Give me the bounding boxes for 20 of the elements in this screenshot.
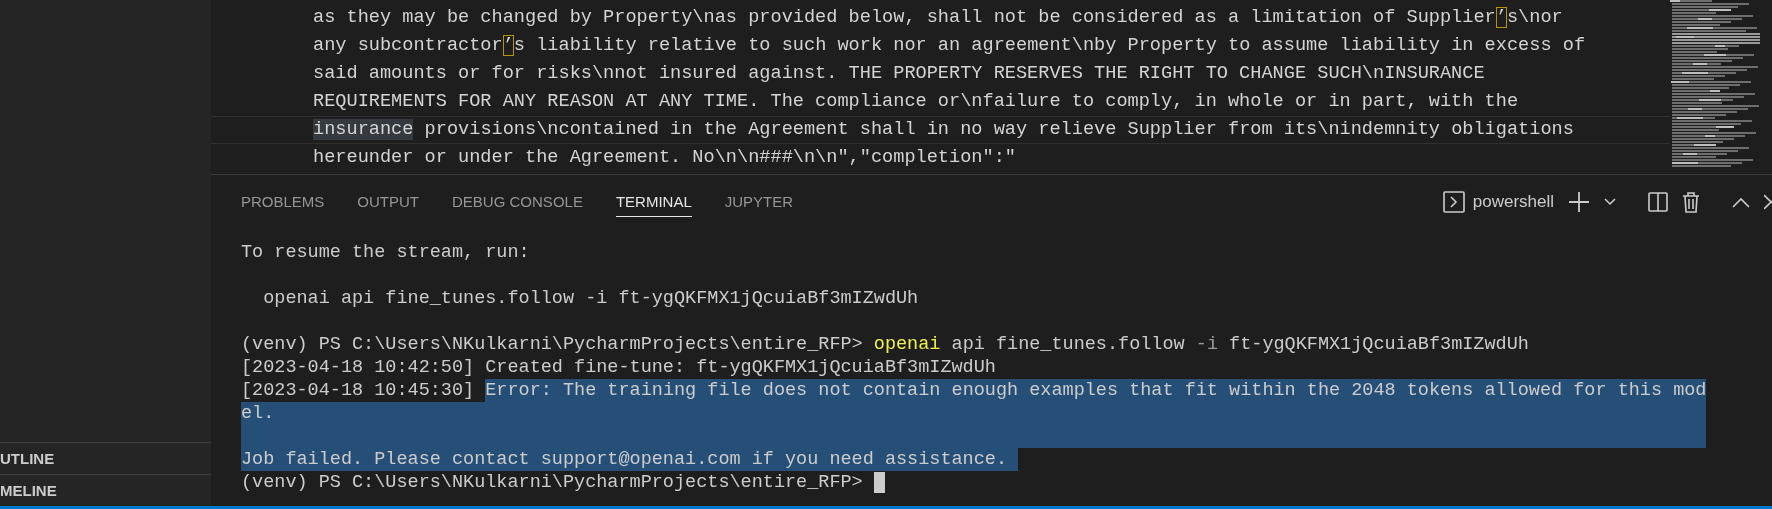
code-line: hereunder or under the Agreement. No\n\n###\n\n","completion":": [312, 146, 1017, 170]
panel-tab[interactable]: TERMINAL: [615, 187, 692, 217]
terminal-line: To resume the stream, run:: [241, 241, 531, 264]
section-header[interactable]: UTLINE: [0, 450, 55, 467]
code-line: as they may be changed by Property\nas provided below, shall not be considered as a limitation of Supplier’s\nor: [312, 6, 1564, 30]
panel-tab[interactable]: JUPYTER: [724, 187, 794, 217]
terminal-line: (venv) PS C:\Users\NKulkarni\PycharmProjects\entire_RFP> openai api fine_tunes.follow -i ft-ygQKFMX1jQcuiaBf3mIZwdUh: [241, 333, 1530, 356]
terminal-line: [2023-04-18 10:42:50] Created fine-tune: ft-ygQKFMX1jQcuiaBf3mIZwdUh: [241, 356, 997, 379]
terminal-selector[interactable]: powershell: [1442, 191, 1554, 213]
panel-tab[interactable]: OUTPUT: [357, 187, 420, 217]
terminal-line: [2023-04-18 10:45:30] Error: The training file does not contain enough examples that fit within the 2048 tokens allowed for this mod: [241, 379, 1707, 402]
code-line: any subcontractor’s liability relative to such work nor an agreement\nby Property to assume liability in excess of: [312, 34, 1587, 58]
code-line: REQUIREMENTS FOR ANY REASON AT ANY TIME. The compliance or\nfailure to comply, in whole or in part, with the: [312, 90, 1520, 114]
panel-tab[interactable]: PROBLEMS: [241, 187, 325, 217]
code-line: insurance provisions\ncontained in the Agreement shall in no way relieve Supplier from its\nindemnity obligations: [211, 116, 1670, 144]
terminal-line: openai api fine_tunes.follow -i ft-ygQKFMX1jQcuiaBf3mIZwdUh: [262, 287, 920, 310]
terminal-line: (venv) PS C:\Users\NKulkarni\PycharmProjects\entire_RFP>: [241, 471, 1707, 494]
section-header[interactable]: MELINE: [0, 482, 57, 499]
panel-tab[interactable]: DEBUG CONSOLE: [452, 187, 583, 217]
code-line: said amounts or for risks\nnot insured against. THE PROPERTY RESERVES THE RIGHT TO CHANGE SUCH\nINSURANCE: [312, 62, 1486, 86]
